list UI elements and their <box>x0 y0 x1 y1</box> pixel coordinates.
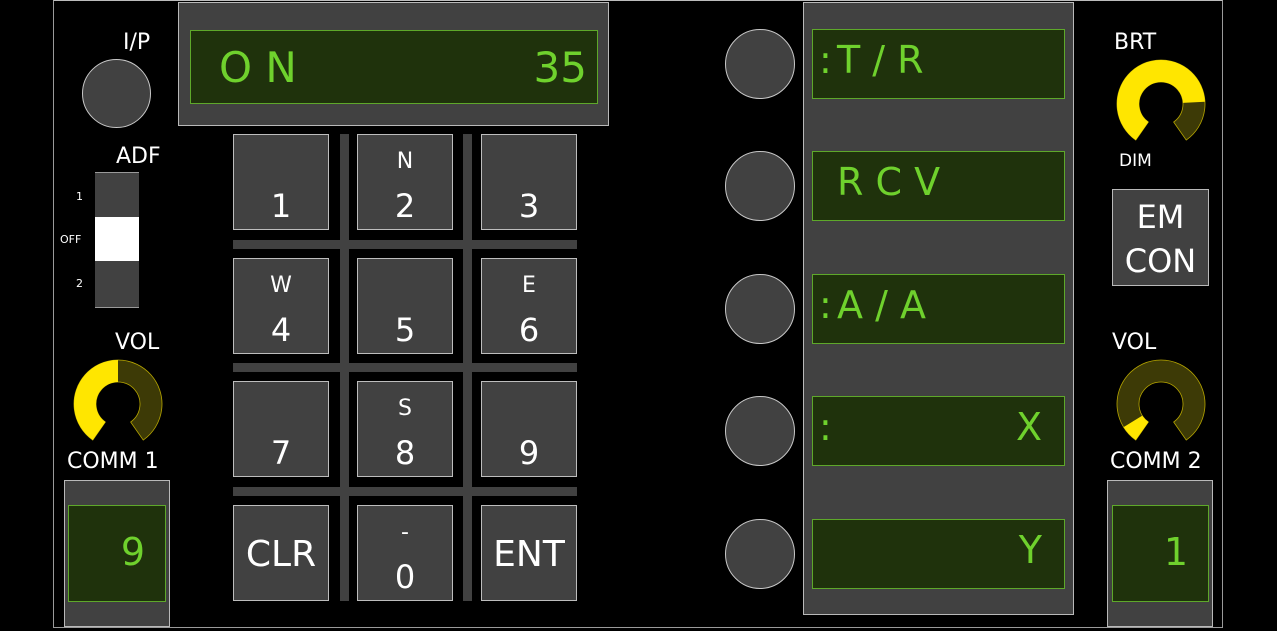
key-main-label: 2 <box>394 187 416 225</box>
scratchpad-display: O N 35 <box>190 30 598 104</box>
adf-label: ADF <box>116 144 161 169</box>
comm1-volume-knob[interactable] <box>72 358 164 450</box>
key-7[interactable]: 7 <box>233 381 329 477</box>
key-4[interactable]: W4 <box>233 258 329 354</box>
keypad-divider-h1 <box>233 240 577 249</box>
brt-label: BRT <box>1114 30 1157 55</box>
comm1-channel-display: 9 <box>68 505 166 602</box>
key-main-label: 3 <box>518 187 540 225</box>
option-cue-mark: : <box>819 283 832 327</box>
option-text-left: T / R <box>837 38 924 82</box>
key-ent[interactable]: ENT <box>481 505 577 601</box>
key-main-label: 4 <box>270 311 292 349</box>
key-sub-label: E <box>522 273 536 298</box>
scratchpad-left-text: O N <box>219 43 297 92</box>
key-clr[interactable]: CLR <box>233 505 329 601</box>
adf-pos-2-label: 2 <box>76 277 83 290</box>
option-cue-mark: : <box>819 405 832 449</box>
adf-pos-off-label: OFF <box>60 233 82 246</box>
key-0[interactable]: -0 <box>357 505 453 601</box>
scratchpad-plate: O N 35 <box>178 2 609 126</box>
option-text-right: X <box>1015 405 1042 449</box>
key-main-label: 1 <box>270 187 292 225</box>
option-display-4: :X <box>812 396 1065 466</box>
key-1[interactable]: 1 <box>233 134 329 230</box>
comm2-channel-display: 1 <box>1112 505 1209 602</box>
key-main-label: CLR <box>245 534 317 575</box>
brightness-knob[interactable] <box>1115 58 1207 150</box>
key-sub-label: S <box>398 396 412 421</box>
comm2-volume-knob[interactable] <box>1115 358 1207 450</box>
option-display-2: R C V <box>812 151 1065 221</box>
adf-switch[interactable] <box>95 172 139 308</box>
adf-switch-pos-2[interactable] <box>95 261 139 308</box>
option-text-left: R C V <box>837 160 941 204</box>
option-text-left: A / A <box>837 283 926 327</box>
option-select-button-2[interactable] <box>725 151 795 221</box>
key-main-label: 7 <box>270 434 292 472</box>
key-main-label: 5 <box>394 311 416 349</box>
key-sub-label: - <box>401 520 409 545</box>
keypad-divider-h3 <box>233 487 577 496</box>
key-5[interactable]: 5 <box>357 258 453 354</box>
scratchpad-right-text: 35 <box>533 43 587 92</box>
comm2-channel-plate[interactable]: 1 <box>1107 480 1213 627</box>
key-main-label: 9 <box>518 434 540 472</box>
key-2[interactable]: N2 <box>357 134 453 230</box>
option-select-button-1[interactable] <box>725 29 795 99</box>
emcon-label-line1: EM <box>1136 198 1185 236</box>
option-display-3: :A / A <box>812 274 1065 344</box>
comm1-channel-plate[interactable]: 9 <box>64 480 170 627</box>
comm1-label: COMM 1 <box>67 449 159 474</box>
comm1-vol-label: VOL <box>115 330 160 355</box>
comm2-vol-label: VOL <box>1112 330 1157 355</box>
ip-button[interactable] <box>82 59 151 128</box>
option-display-5: Y <box>812 519 1065 589</box>
dim-label: DIM <box>1119 151 1152 171</box>
option-text-right: Y <box>1018 528 1042 572</box>
key-sub-label: N <box>396 149 414 174</box>
key-9[interactable]: 9 <box>481 381 577 477</box>
emcon-label-line2: CON <box>1124 242 1197 280</box>
option-select-button-4[interactable] <box>725 396 795 466</box>
key-main-label: 0 <box>394 558 416 596</box>
key-main-label: 8 <box>394 434 416 472</box>
ip-label: I/P <box>123 30 151 55</box>
option-select-button-3[interactable] <box>725 274 795 344</box>
option-cue-mark: : <box>819 38 832 82</box>
key-sub-label: W <box>270 273 292 298</box>
key-6[interactable]: E6 <box>481 258 577 354</box>
option-select-button-5[interactable] <box>725 519 795 589</box>
adf-pos-1-label: 1 <box>76 190 83 203</box>
adf-switch-pos-1[interactable] <box>95 172 139 218</box>
keypad-divider-h2 <box>233 363 577 372</box>
option-display-1: :T / R <box>812 29 1065 99</box>
key-main-label: ENT <box>493 534 565 575</box>
key-8[interactable]: S8 <box>357 381 453 477</box>
emcon-button[interactable]: EM CON <box>1112 189 1209 286</box>
key-3[interactable]: 3 <box>481 134 577 230</box>
key-main-label: 6 <box>518 311 540 349</box>
adf-switch-pos-off[interactable] <box>95 217 139 261</box>
comm2-label: COMM 2 <box>1110 449 1202 474</box>
